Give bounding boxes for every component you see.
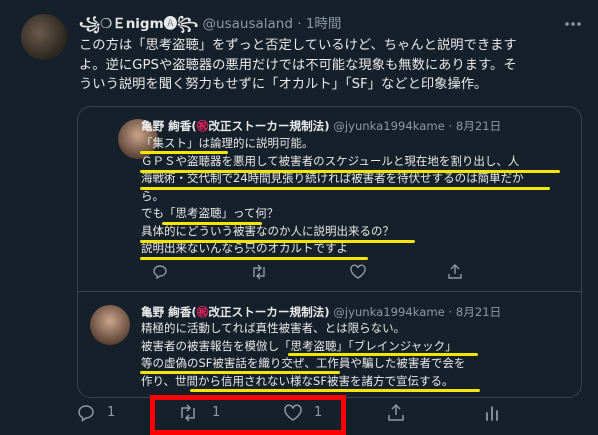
- tweet-header: ꧁❍Ｅnigm🅐꧂ @usausaland · 1時間: [79, 14, 341, 34]
- quoted-display-name[interactable]: 亀野 絢香(㊗改正ストーカー規制法): [141, 305, 330, 319]
- more-horizontal-icon[interactable]: [562, 14, 584, 34]
- tweet-text-line: よ。逆にGPSや盗聴器の悪用だけでは不可能な現象も無数にあります。そ: [79, 57, 517, 73]
- author-display-name[interactable]: ꧁❍Ｅnigm🅐꧂: [79, 16, 198, 32]
- author-avatar[interactable]: [21, 14, 67, 60]
- highlight-underline: [140, 187, 550, 190]
- retweet-count: 1: [212, 405, 221, 420]
- quoted-share-icon[interactable]: [446, 263, 464, 281]
- quoted-handle[interactable]: @jyunka1994kame: [333, 119, 445, 133]
- like-count: 1: [314, 405, 323, 420]
- date-separator: ·: [448, 119, 453, 133]
- quoted-header: 亀野 絢香(㊗改正ストーカー規制法) @jyunka1994kame · 8月2…: [141, 117, 501, 135]
- quoted-name-part: 改正ストーカー規制法): [208, 119, 330, 133]
- quoted-text-line: 作り、世間から信用されない様なSF被害を諸方で宣伝する。: [141, 373, 454, 388]
- tweet-text: この方は「思考盗聴」をずっと否定しているけど、ちゃんと説明できます よ。逆にGP…: [79, 36, 589, 95]
- share-icon[interactable]: [386, 403, 406, 423]
- like-icon[interactable]: [283, 403, 303, 423]
- quoted-tweets-card[interactable]: 亀野 絢香(㊗改正ストーカー規制法) @jyunka1994kame · 8月2…: [77, 106, 582, 398]
- retweet-icon[interactable]: [178, 403, 198, 423]
- quoted-reply-icon[interactable]: [151, 263, 169, 281]
- quoted-name-part: 亀野 絢香(: [141, 305, 197, 319]
- highlight-underline: [140, 151, 228, 154]
- time-separator: ·: [297, 16, 302, 32]
- quoted-date[interactable]: 8月21日: [456, 119, 501, 133]
- quoted-text-line: 精極的に活動してれば真性被害者、とは限らない。: [141, 321, 406, 335]
- quoted-name-part: 改正ストーカー規制法): [208, 305, 330, 319]
- quoted-handle[interactable]: @jyunka1994kame: [333, 305, 445, 319]
- highlight-underline: [140, 371, 340, 374]
- quoted-date[interactable]: 8月21日: [456, 305, 501, 319]
- analytics-icon[interactable]: [482, 403, 502, 423]
- date-separator: ·: [448, 305, 453, 319]
- highlight-underline: [190, 389, 480, 392]
- highlight-underline: [140, 170, 560, 173]
- quoted-text-line: ら。: [141, 188, 164, 203]
- tweet-text-line: この方は「思考盗聴」をずっと否定しているけど、ちゃんと説明できます: [79, 38, 517, 53]
- quoted-text-line: 「集スト」は論理的に説明可能。: [141, 136, 314, 150]
- reply-count: 1: [107, 405, 116, 420]
- quoted-like-icon[interactable]: [349, 263, 367, 281]
- celebration-emoji-icon: ㊗: [196, 119, 209, 133]
- tweet-time[interactable]: 1時間: [306, 16, 342, 32]
- author-handle[interactable]: @usausaland: [203, 16, 293, 32]
- quoted-text-line: 等の虚偽のSF被害話を織り交ぜ、工作員や騙した被害者で会を: [141, 356, 466, 370]
- quoted-text-line: ＧＰＳや盗聴器を悪用して被害者のスケジュールと現在地を割り出し、人: [141, 153, 520, 168]
- highlight-underline: [288, 353, 478, 356]
- quoted-retweet-icon[interactable]: [250, 263, 268, 281]
- quoted-header: 亀野 絢香(㊗改正ストーカー規制法) @jyunka1994kame · 8月2…: [141, 303, 501, 321]
- quote-divider: [78, 291, 581, 292]
- quoted-text-line: 具体的にどういう被害なのか人に説明出来るの？: [141, 223, 394, 238]
- celebration-emoji-icon: ㊗: [196, 305, 209, 319]
- tweet-text-line: ういう説明を聞く努力もせずに「オカルト」「SF」などと印象操作。: [79, 77, 488, 92]
- reply-icon[interactable]: [76, 403, 96, 423]
- quoted-display-name[interactable]: 亀野 絢香(㊗改正ストーカー規制法): [141, 119, 330, 133]
- quoted-avatar[interactable]: [90, 305, 130, 345]
- quoted-text-line: でも「思考盗聴」って何？: [141, 206, 279, 220]
- highlight-underline: [140, 257, 368, 260]
- highlight-underline: [162, 222, 262, 225]
- highlight-underline: [140, 240, 415, 243]
- quoted-name-part: 亀野 絢香(: [141, 119, 197, 133]
